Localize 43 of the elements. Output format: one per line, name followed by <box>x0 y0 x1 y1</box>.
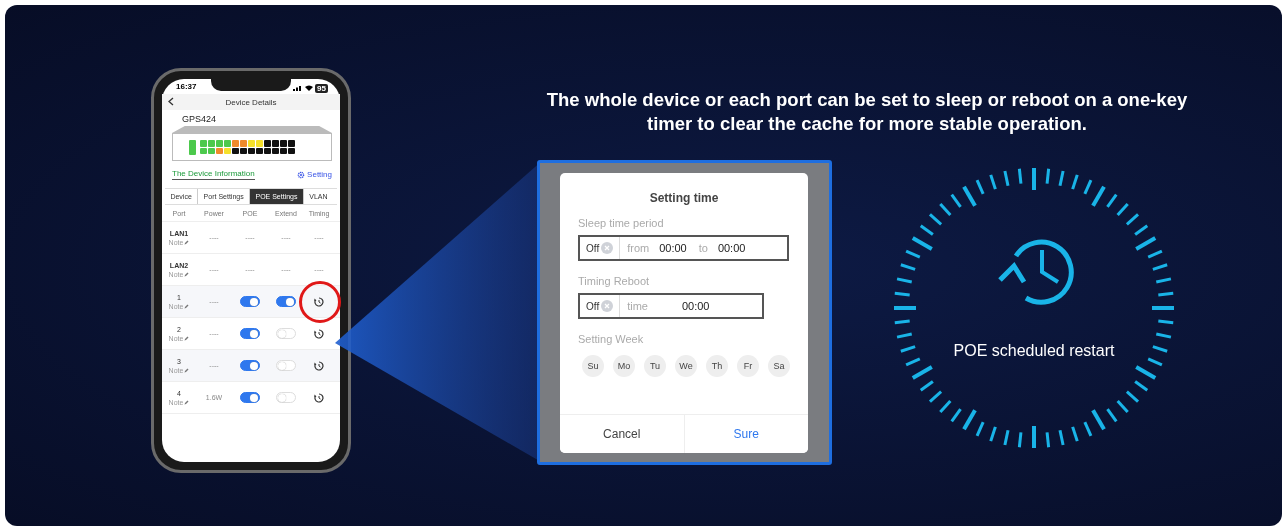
timer-icon[interactable] <box>314 296 324 307</box>
gear-icon[interactable] <box>297 170 306 179</box>
status-time: 16:37 <box>176 82 197 93</box>
weekday-button[interactable]: Th <box>706 355 728 377</box>
signal-icon <box>293 85 304 91</box>
extend-toggle[interactable] <box>276 296 296 307</box>
edit-icon[interactable] <box>184 367 190 373</box>
weekday-button[interactable]: Tu <box>644 355 666 377</box>
setting-link[interactable]: Setting <box>307 170 332 179</box>
clock-caption: POE scheduled restart <box>952 342 1116 360</box>
poe-toggle[interactable] <box>240 392 260 403</box>
edit-icon[interactable] <box>184 239 190 245</box>
weekday-button[interactable]: Mo <box>613 355 635 377</box>
battery-level: 95 <box>315 83 328 93</box>
edit-icon[interactable] <box>184 271 190 277</box>
wifi-icon <box>305 85 314 91</box>
edit-icon[interactable] <box>184 303 190 309</box>
reboot-time-field[interactable]: Off time 00:00 <box>578 293 764 319</box>
weekday-button[interactable]: We <box>675 355 697 377</box>
clear-icon <box>601 242 614 254</box>
weekday-button[interactable]: Sa <box>768 355 790 377</box>
poe-toggle[interactable] <box>240 360 260 371</box>
timer-icon[interactable] <box>314 360 324 371</box>
dialog-title: Setting time <box>648 191 720 205</box>
poe-toggle[interactable] <box>240 328 260 339</box>
section-label: Setting Week <box>578 333 645 345</box>
edit-icon[interactable] <box>184 399 190 405</box>
sleep-time-field[interactable]: Off from 00:00 to 00:00 <box>578 235 789 261</box>
timer-icon[interactable] <box>314 328 324 339</box>
headline: The whole device or each port can be set to sleep or reboot on a one-key timer to clear the cache for more stable operation. <box>545 88 1189 136</box>
clear-icon <box>601 300 614 312</box>
weekday-button[interactable]: Fr <box>737 355 759 377</box>
section-label: Timing Reboot <box>578 275 651 287</box>
section-label: Sleep time period <box>578 217 665 229</box>
screen-title: Device Details <box>225 97 277 107</box>
timer-icon[interactable] <box>314 392 324 403</box>
poe-toggle[interactable] <box>240 296 260 307</box>
device-name: GPS424 <box>182 114 218 124</box>
edit-icon[interactable] <box>184 335 190 341</box>
dialog-button[interactable]: Sure <box>683 415 808 453</box>
device-info-link[interactable]: The Device Information <box>172 169 255 180</box>
weekday-button[interactable]: Su <box>582 355 604 377</box>
back-icon[interactable] <box>168 97 174 106</box>
